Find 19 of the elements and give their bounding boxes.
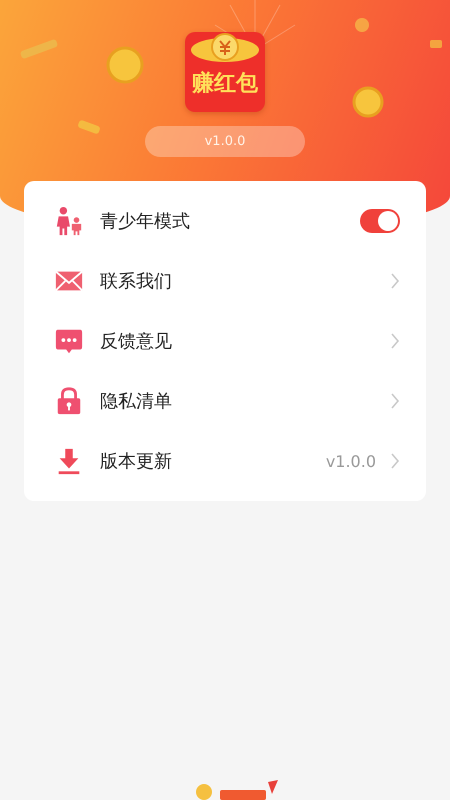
menu-item[interactable]: 版本更新 v1.0.0 <box>24 431 426 491</box>
menu-item[interactable]: 隐私清单 <box>24 371 426 431</box>
menu-label: 版本更新 <box>100 450 173 473</box>
menu-item[interactable]: 反馈意见 <box>24 311 426 371</box>
chevron-right-icon <box>390 392 400 410</box>
logo-text: 赚红包 <box>192 70 258 98</box>
menu-label: 反馈意见 <box>100 330 173 353</box>
menu-item[interactable]: 青少年模式 <box>24 191 426 251</box>
menu-label: 青少年模式 <box>100 210 191 233</box>
menu-label: 隐私清单 <box>100 390 173 413</box>
chevron-right-icon <box>390 272 400 290</box>
chevron-right-icon <box>390 452 400 470</box>
menu-label: 联系我们 <box>100 270 173 293</box>
version-value: v1.0.0 <box>326 452 376 470</box>
menu-item[interactable]: 联系我们 <box>24 251 426 311</box>
parent-child-icon <box>54 206 84 236</box>
toggle-switch[interactable] <box>360 209 400 233</box>
version-label: v1.0.0 <box>145 126 305 157</box>
chevron-right-icon <box>390 332 400 350</box>
